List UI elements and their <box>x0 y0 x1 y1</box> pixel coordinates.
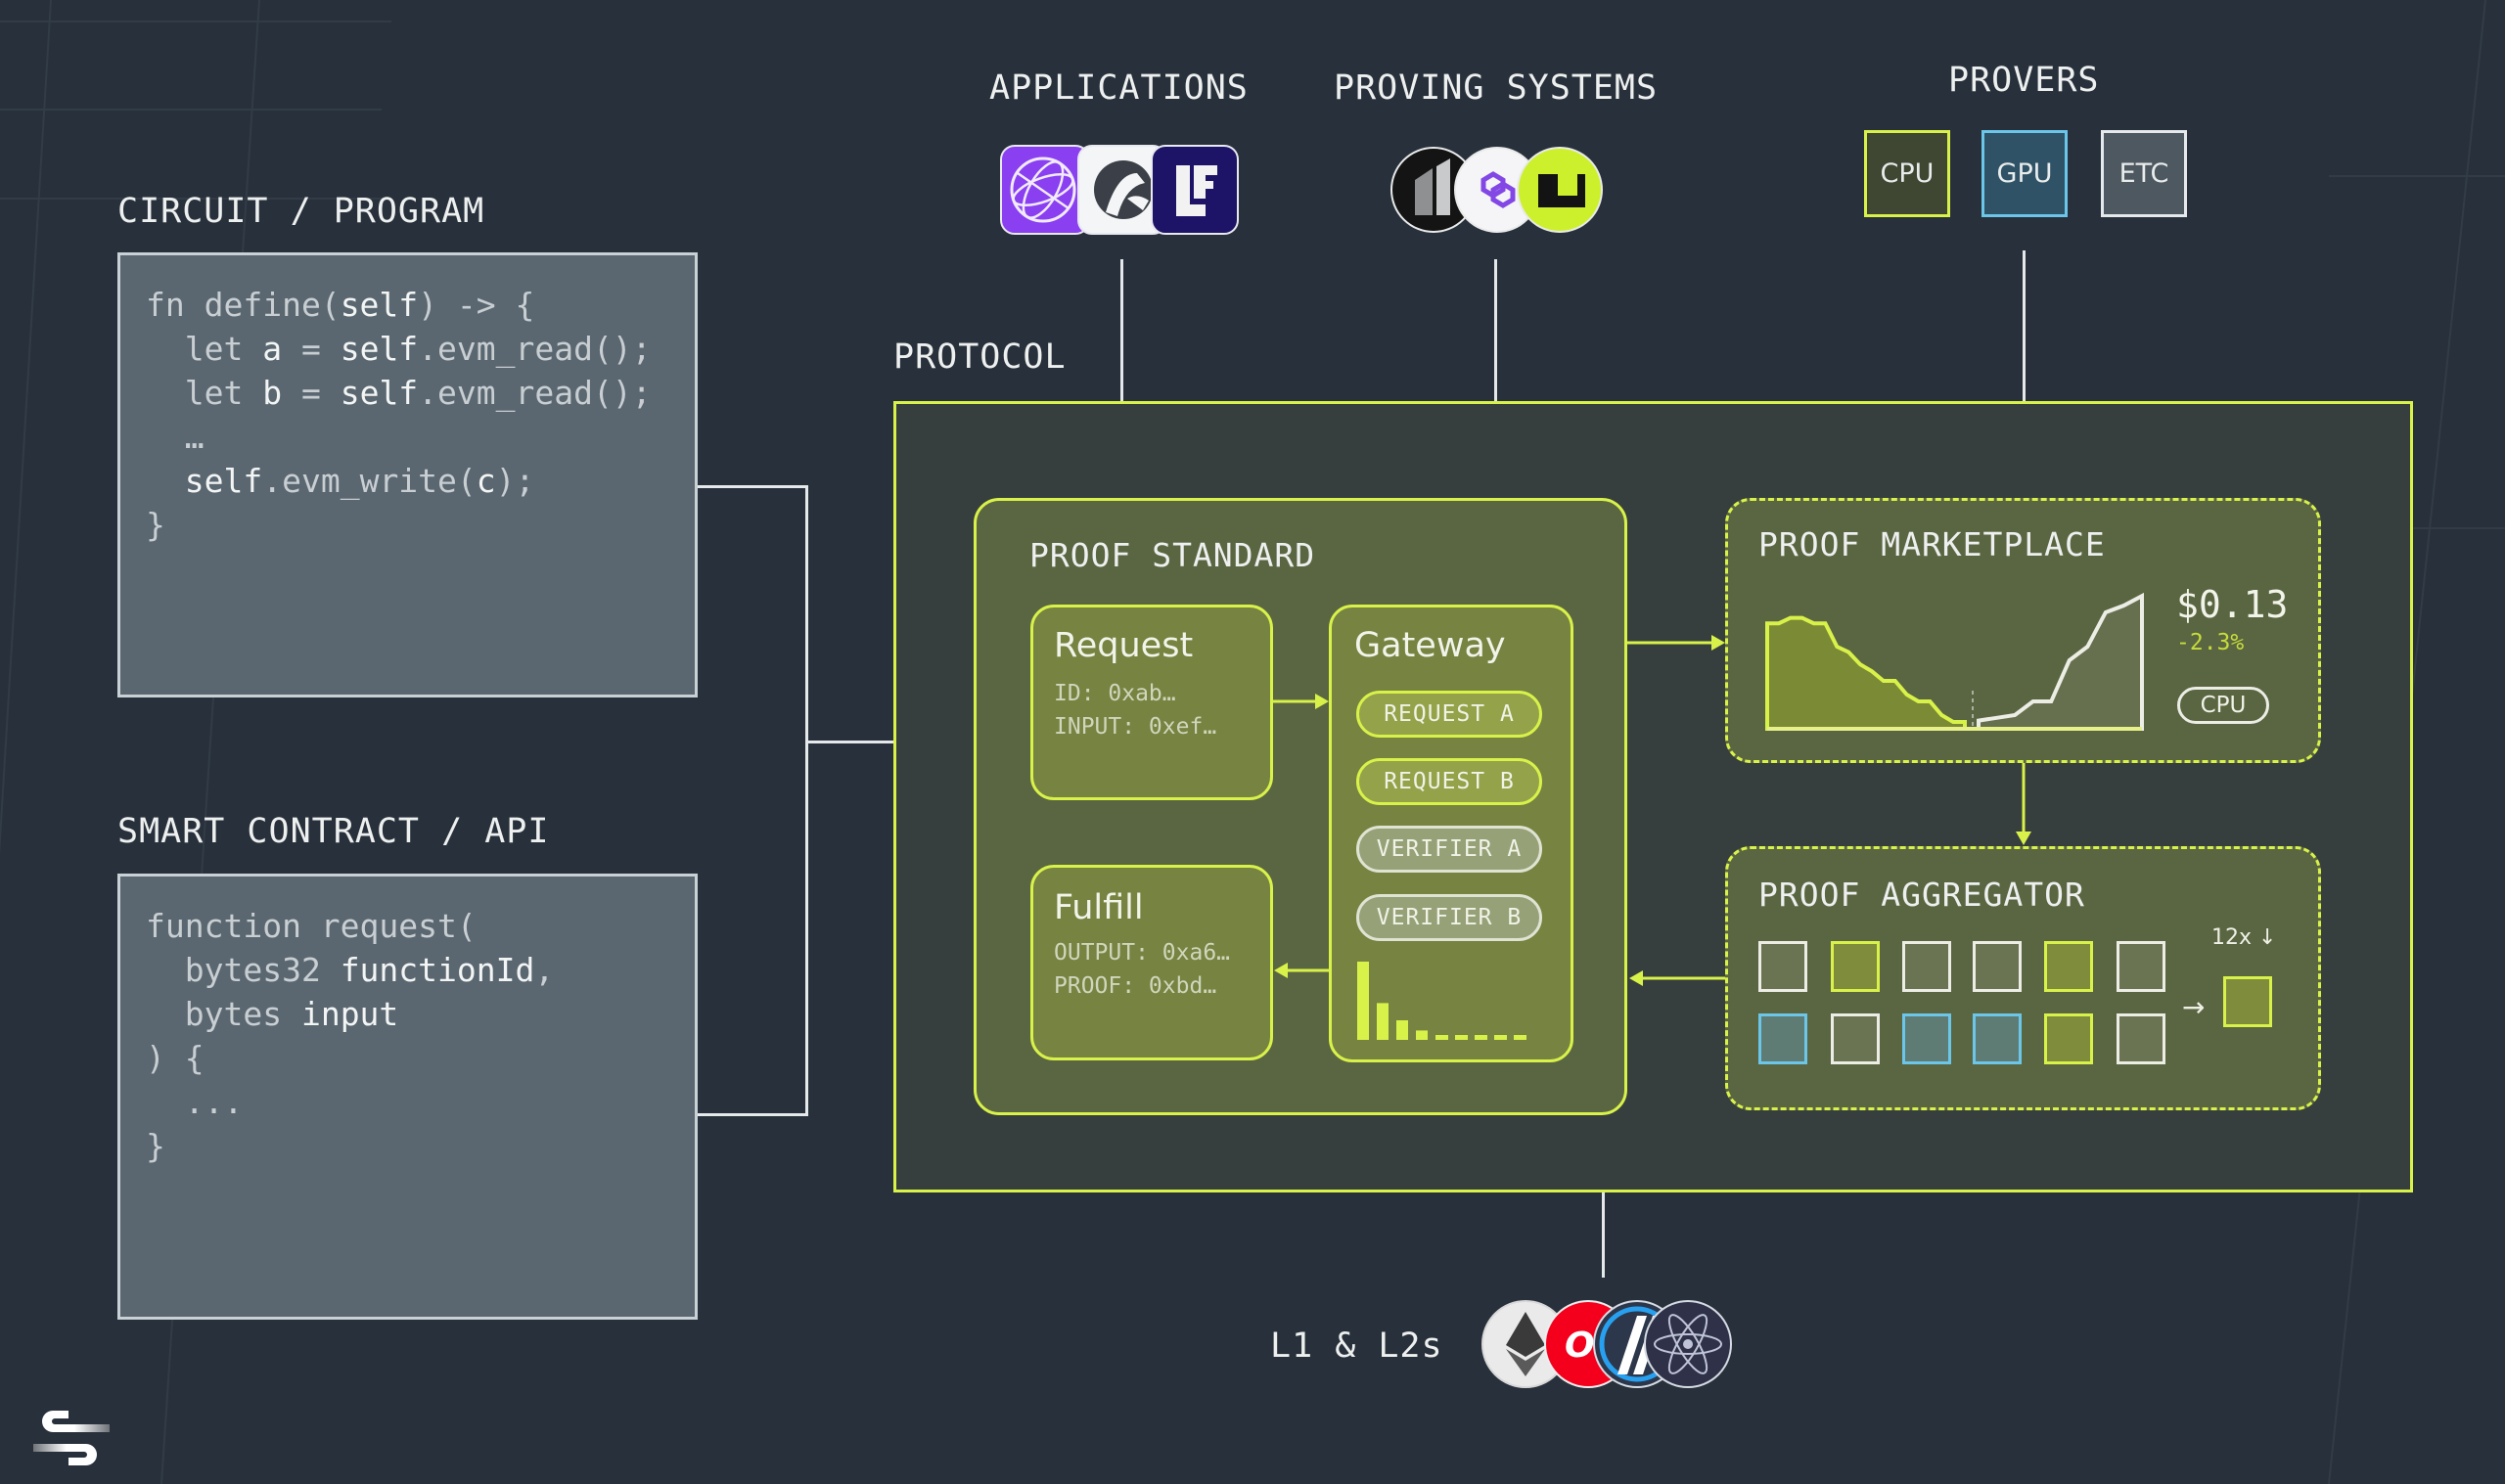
code-line: let a = self.evm_read(); <box>146 330 652 368</box>
code-line: ) { <box>146 1039 205 1077</box>
proof-square <box>1831 1013 1880 1064</box>
provers-label: PROVERS <box>1948 61 2100 100</box>
code-line: } <box>146 1127 165 1165</box>
cpu-badge[interactable]: CPU <box>2177 687 2269 724</box>
gateway-bar <box>1514 1035 1526 1040</box>
connector-contract <box>698 1113 808 1116</box>
globe-app-logo <box>1000 145 1090 235</box>
code-line: fn define(self) -> { <box>146 286 535 324</box>
proof-square <box>2044 1013 2093 1064</box>
proving-systems-logos <box>1389 145 1605 235</box>
verifier-a-pill[interactable]: VERIFIER A <box>1356 826 1542 873</box>
compression-factor-value: 12x <box>2211 925 2253 950</box>
arrow-to-marketplace <box>1627 635 1725 651</box>
circuit-code-box: fn define(self) -> { let a = self.evm_re… <box>117 252 698 697</box>
request-b-pill[interactable]: REQUEST B <box>1356 758 1542 805</box>
price-value: $0.13 <box>2176 583 2289 626</box>
gateway-title: Gateway <box>1354 626 1506 665</box>
connector-circuit <box>698 485 808 488</box>
request-title: Request <box>1054 626 1194 665</box>
code-line: … <box>146 418 205 456</box>
lime-logo <box>1517 147 1603 233</box>
smart-contract-label: SMART CONTRACT / API <box>117 812 550 851</box>
connector-vertical <box>805 485 808 1116</box>
arrow-right-icon: → <box>2182 991 2206 1023</box>
proof-aggregator-label: PROOF AGGREGATOR <box>1758 876 2085 914</box>
proof-square <box>2117 941 2165 992</box>
proof-marketplace-label: PROOF MARKETPLACE <box>1758 525 2106 563</box>
proof-square <box>1758 941 1807 992</box>
arrow-request-to-gateway <box>1272 694 1329 709</box>
proof-square <box>1902 941 1951 992</box>
code-line: bytes input <box>146 995 399 1033</box>
contract-code-box: function request( bytes32 functionId, by… <box>117 874 698 1320</box>
applications-label: APPLICATIONS <box>989 68 1249 108</box>
price-series-right <box>1977 592 2144 731</box>
prover-cpu[interactable]: CPU <box>1864 130 1950 217</box>
circuit-program-label: CIRCUIT / PROGRAM <box>117 192 485 231</box>
l1-l2-label: L1 & L2s <box>1270 1327 1443 1366</box>
code-line: } <box>146 506 165 544</box>
arrow-marketplace-to-aggregator <box>2016 763 2031 845</box>
proof-square <box>1831 941 1880 992</box>
cosmos-logo <box>1644 1300 1732 1388</box>
prover-gpu[interactable]: GPU <box>1981 130 2068 217</box>
prover-etc[interactable]: ETC <box>2101 130 2187 217</box>
proof-square <box>1973 1013 2022 1064</box>
request-id: ID: 0xab… <box>1054 681 1176 706</box>
gateway-bar <box>1377 1003 1389 1040</box>
chain-logos: O <box>1480 1298 1735 1390</box>
proof-square <box>2117 1013 2165 1064</box>
code-line: ... <box>146 1083 244 1121</box>
gateway-bar-chart <box>1357 962 1526 1040</box>
aggregated-proof-square <box>2223 976 2272 1027</box>
request-input: INPUT: 0xef… <box>1054 714 1217 740</box>
request-a-pill[interactable]: REQUEST A <box>1356 691 1542 738</box>
arrow-from-aggregator <box>1629 970 1725 986</box>
proof-square <box>2044 941 2093 992</box>
protocol-label: PROTOCOL <box>893 337 1067 377</box>
l1-connector <box>1602 1192 1605 1278</box>
svg-text:O: O <box>1565 1326 1595 1366</box>
proof-square <box>1902 1013 1951 1064</box>
proof-square <box>1758 1013 1807 1064</box>
arrow-down-icon: ↓ <box>2258 925 2277 950</box>
fulfill-proof: PROOF: 0xbd… <box>1054 973 1217 999</box>
fulfill-output: OUTPUT: 0xa6… <box>1054 940 1231 966</box>
proof-square <box>1973 941 2022 992</box>
fulfill-title: Fulfill <box>1054 888 1144 927</box>
price-change: -2.3% <box>2176 630 2245 655</box>
gateway-bar <box>1357 962 1369 1040</box>
contract-code: function request( bytes32 functionId, by… <box>146 904 695 1168</box>
code-line: function request( <box>146 907 477 945</box>
gateway-bar <box>1396 1020 1408 1040</box>
proving-systems-label: PROVING SYSTEMS <box>1334 68 1659 108</box>
code-line: bytes32 functionId, <box>146 951 555 989</box>
gateway-bar <box>1475 1035 1487 1040</box>
gateway-bar <box>1455 1035 1468 1040</box>
applications-logos <box>1000 144 1240 236</box>
succinct-logo <box>33 1411 110 1465</box>
verifier-b-pill[interactable]: VERIFIER B <box>1356 894 1542 941</box>
code-line: let b = self.evm_read(); <box>146 374 652 412</box>
gateway-bar <box>1416 1030 1428 1040</box>
price-series-left <box>1765 615 1967 731</box>
gateway-bar <box>1435 1035 1448 1040</box>
arrow-gateway-to-fulfill <box>1274 963 1329 978</box>
gateway-bar <box>1494 1035 1507 1040</box>
lf-app-logo <box>1151 145 1239 235</box>
proof-standard-label: PROOF STANDARD <box>1029 536 1316 574</box>
connector-to-protocol <box>805 741 895 743</box>
circuit-code: fn define(self) -> { let a = self.evm_re… <box>146 283 695 547</box>
price-chart <box>1765 592 2144 731</box>
compression-factor: 12x ↓ <box>2211 925 2276 950</box>
code-line: self.evm_write(c); <box>184 462 535 500</box>
